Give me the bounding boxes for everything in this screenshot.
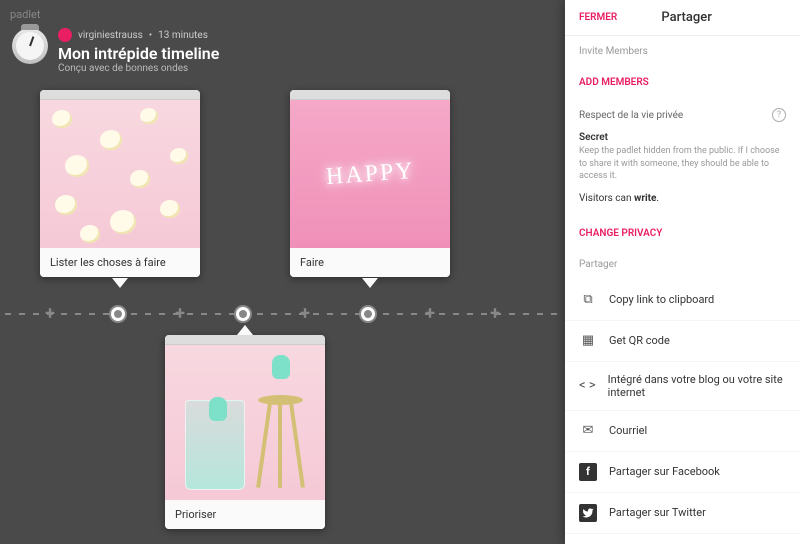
padlet-subtitle: Conçu avec de bonnes ondes	[58, 63, 219, 74]
canvas: padlet virginiestrauss • 13 minutes Mon …	[0, 0, 565, 544]
add-card-button[interactable]: +	[486, 305, 504, 323]
card-title: Faire	[290, 248, 450, 277]
embed-icon: < >	[579, 377, 596, 395]
copy-link-button[interactable]: ⧉ Copy link to clipboard	[565, 280, 800, 321]
timeline-node[interactable]	[236, 307, 250, 321]
google-classroom-button[interactable]: ▭ Partager sur Google Classroom	[565, 534, 800, 544]
add-members-button[interactable]: ADD MEMBERS	[565, 67, 800, 98]
author-avatar[interactable]	[58, 28, 72, 42]
timeline-node[interactable]	[111, 307, 125, 321]
timeline-node[interactable]	[361, 307, 375, 321]
card-title: Prioriser	[165, 500, 325, 529]
card-drag-handle[interactable]	[290, 90, 450, 100]
visitor-permissions: Visitors can write.	[565, 187, 800, 218]
timeline-card[interactable]: Prioriser	[165, 335, 325, 529]
twitter-button[interactable]: Partager sur Twitter	[565, 493, 800, 534]
timestamp: 13 minutes	[158, 30, 208, 41]
privacy-level: Secret	[579, 132, 786, 143]
card-drag-handle[interactable]	[40, 90, 200, 100]
qr-icon: ▦	[579, 332, 597, 350]
padlet-title: Mon intrépide timeline	[58, 44, 219, 63]
card-drag-handle[interactable]	[165, 335, 325, 345]
card-connector	[362, 278, 378, 288]
privacy-header: Respect de la vie privée ?	[565, 98, 800, 132]
add-card-button[interactable]: +	[41, 305, 59, 323]
card-connector	[237, 325, 253, 335]
panel-title: Partager	[587, 10, 786, 25]
brand-logo: padlet	[10, 8, 40, 21]
section-invite: Invite Members	[565, 36, 800, 67]
email-icon: ✉	[579, 422, 597, 440]
twitter-icon	[579, 504, 597, 522]
neon-text: HAPPY	[325, 157, 415, 190]
card-image: HAPPY	[290, 100, 450, 248]
share-panel: FERMER Partager Invite Members ADD MEMBE…	[565, 0, 800, 544]
stopwatch-icon	[12, 28, 48, 64]
link-icon: ⧉	[579, 291, 597, 309]
add-card-button[interactable]: +	[296, 305, 314, 323]
add-card-button[interactable]: +	[421, 305, 439, 323]
email-button[interactable]: ✉ Courriel	[565, 411, 800, 452]
timeline-card[interactable]: HAPPY Faire	[290, 90, 450, 277]
change-privacy-button[interactable]: CHANGE PRIVACY	[565, 218, 800, 249]
qr-code-button[interactable]: ▦ Get QR code	[565, 321, 800, 362]
card-image	[40, 100, 200, 248]
bullet: •	[149, 30, 152, 41]
card-image	[165, 345, 325, 500]
facebook-icon: f	[579, 463, 597, 481]
add-card-button[interactable]: +	[171, 305, 189, 323]
embed-button[interactable]: < > Intégré dans votre blog ou votre sit…	[565, 362, 800, 411]
facebook-button[interactable]: f Partager sur Facebook	[565, 452, 800, 493]
card-title: Lister les choses à faire	[40, 248, 200, 277]
privacy-description: Keep the padlet hidden from the public. …	[579, 145, 786, 183]
timeline-axis[interactable]: // dashes drawn below via JS-less approa…	[0, 313, 565, 315]
card-connector	[112, 278, 128, 288]
section-share: Partager	[565, 249, 800, 280]
help-icon[interactable]: ?	[772, 108, 786, 122]
timeline-card[interactable]: Lister les choses à faire	[40, 90, 200, 277]
author-name[interactable]: virginiestrauss	[78, 30, 143, 41]
padlet-header: virginiestrauss • 13 minutes Mon intrépi…	[12, 28, 219, 74]
